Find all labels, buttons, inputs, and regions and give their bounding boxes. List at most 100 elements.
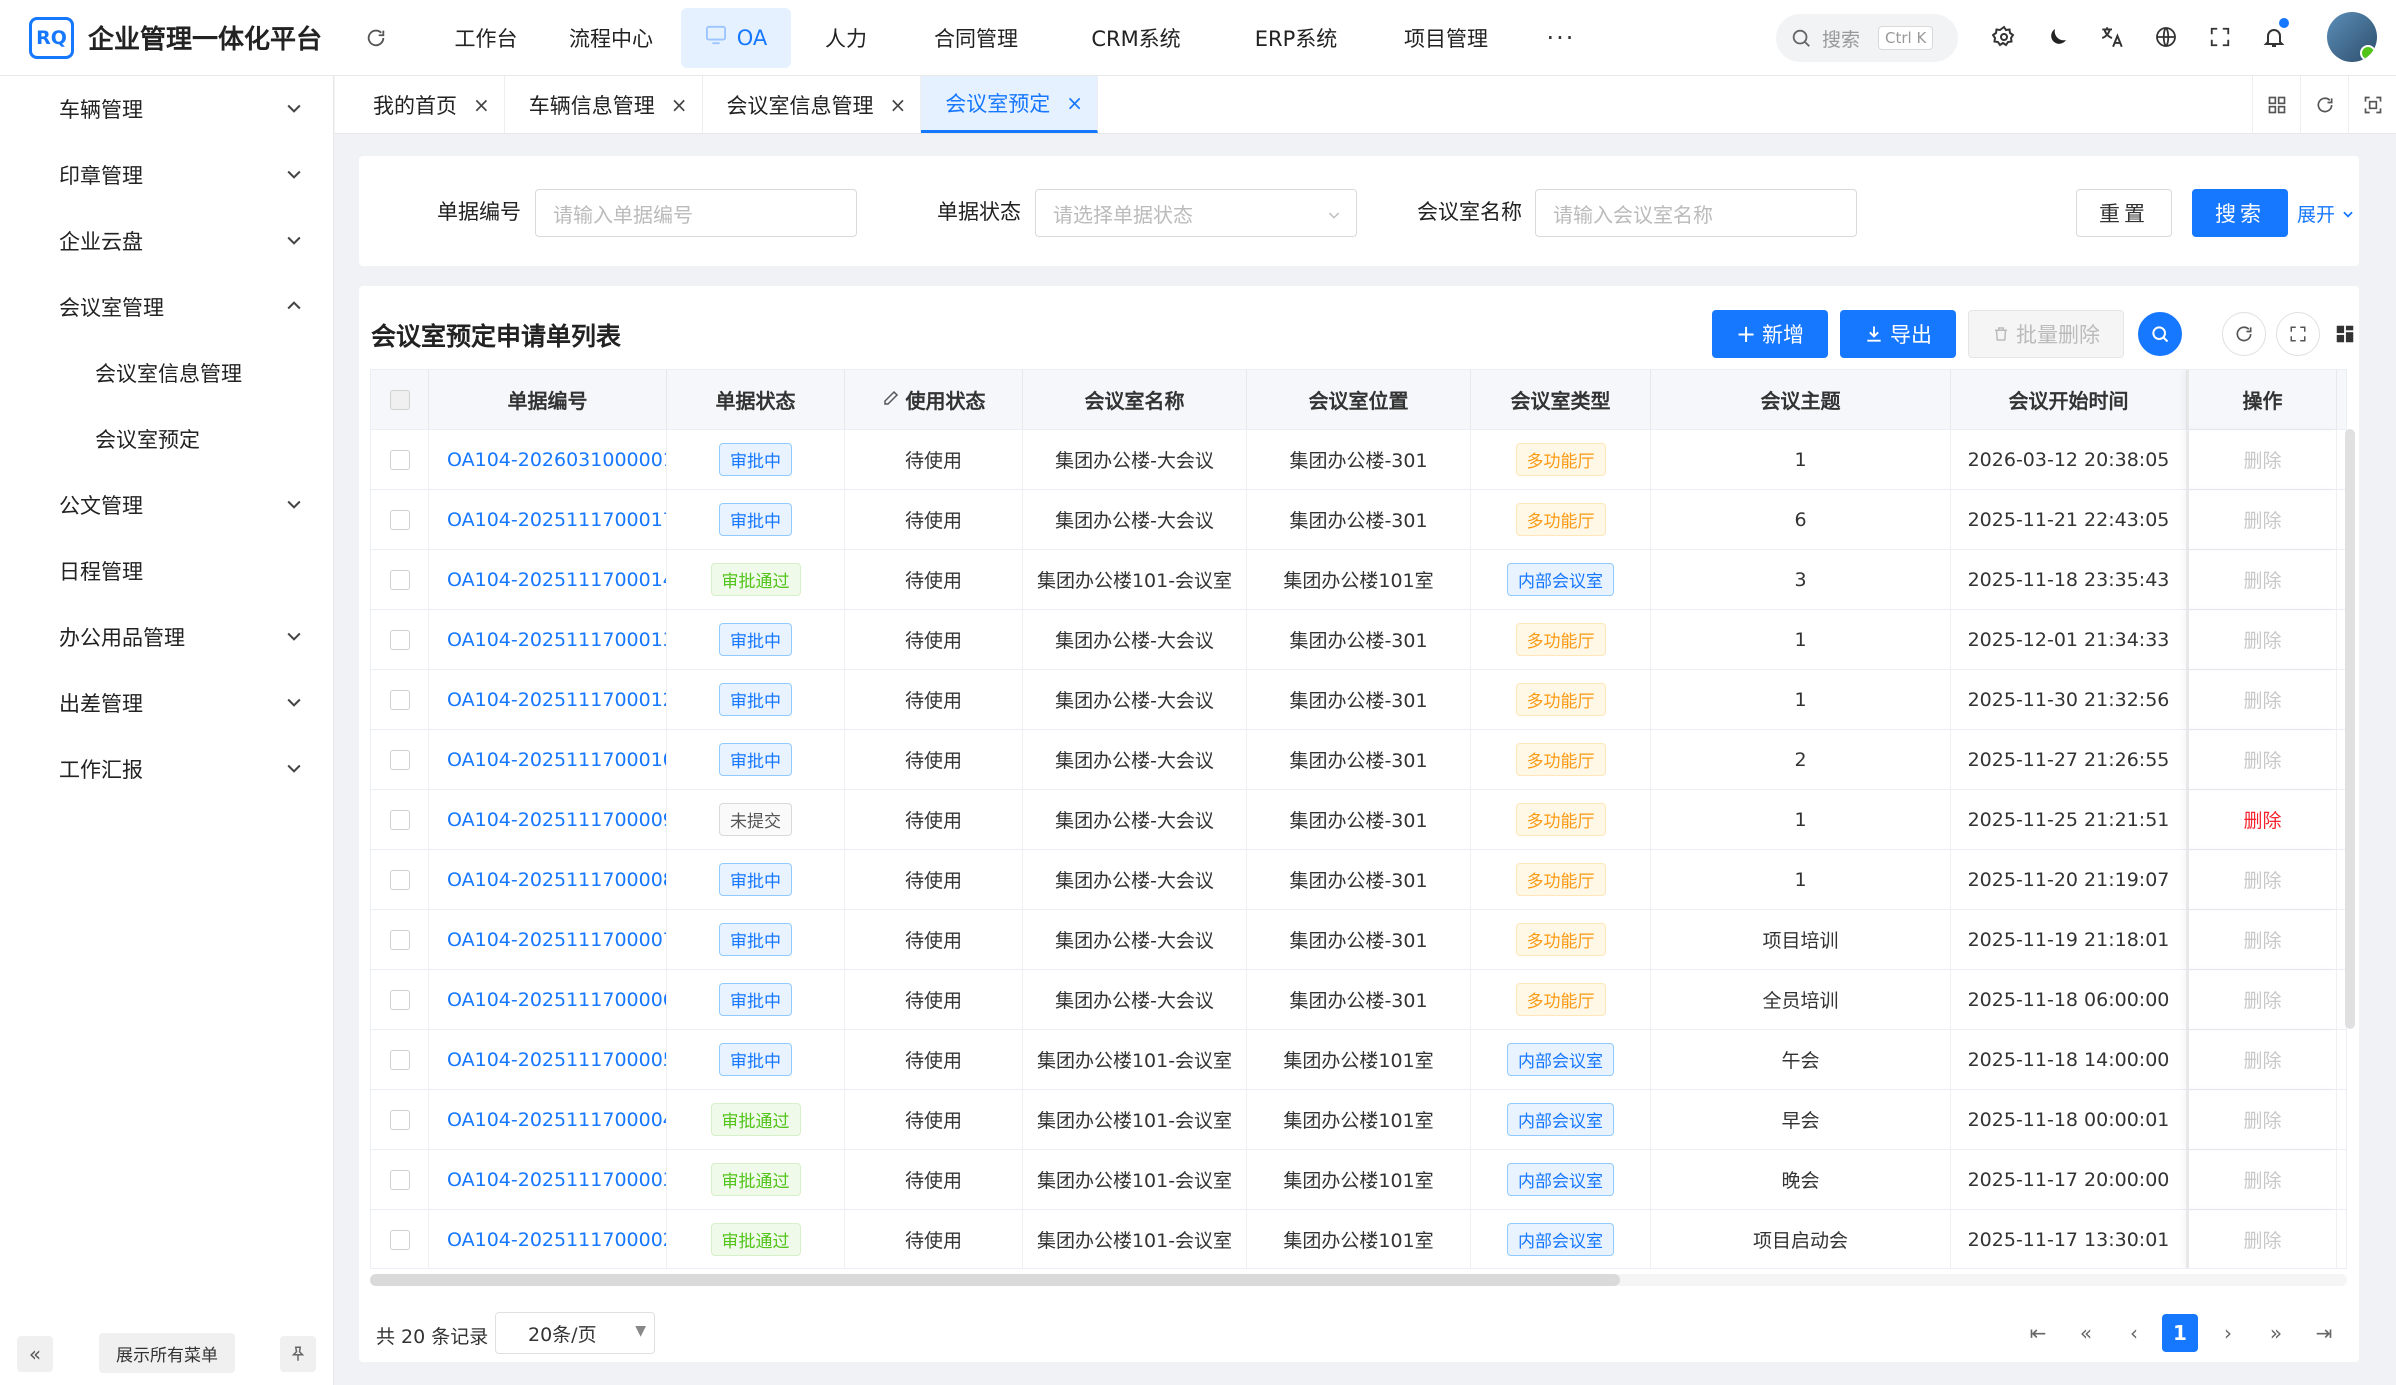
collapse-sidebar-icon[interactable]: « <box>17 1336 53 1372</box>
doc-no-link[interactable]: OA104-2025111700007 <box>447 929 666 951</box>
row-checkbox[interactable] <box>389 749 410 770</box>
top-nav-item[interactable]: 工作台 <box>431 8 541 68</box>
doc-no-link[interactable]: OA104-2025111700014 <box>447 569 666 591</box>
translate-icon[interactable] <box>2093 18 2131 56</box>
table-row[interactable]: OA104-2025111700009 未提交 待使用 集团办公楼-大会议 集团办公楼-… <box>371 790 2346 850</box>
column-header[interactable]: 单据编号 <box>429 370 667 429</box>
doc-no-link[interactable]: OA104-2025111700004 <box>447 1109 666 1131</box>
delete-button[interactable]: 删除 <box>2243 446 2281 473</box>
delete-button[interactable]: 删除 <box>2243 1166 2281 1193</box>
refresh-icon[interactable] <box>361 23 391 53</box>
page-tab[interactable]: 会议室预定 × <box>921 76 1099 133</box>
doc-no-link[interactable]: OA104-2025111700012 <box>447 689 666 711</box>
row-checkbox[interactable] <box>389 1109 410 1130</box>
table-horizontal-scrollbar[interactable] <box>370 1274 2347 1286</box>
sidebar-item[interactable]: 公文管理 <box>0 472 333 538</box>
reset-button[interactable]: 重置 <box>2076 189 2172 237</box>
global-search[interactable]: 搜索 Ctrl K <box>1776 14 1958 62</box>
pin-icon[interactable] <box>280 1336 316 1372</box>
doc-no-input[interactable]: 请输入单据编号 <box>535 189 857 237</box>
table-row[interactable]: OA104-2025111700004 审批通过 待使用 集团办公楼101-会议室 集团… <box>371 1090 2346 1150</box>
doc-no-link[interactable]: OA104-2025111700003 <box>447 1169 666 1191</box>
delete-button[interactable]: 删除 <box>2243 686 2281 713</box>
row-checkbox[interactable] <box>389 629 410 650</box>
toggle-search-icon[interactable] <box>2138 312 2182 356</box>
table-refresh-icon[interactable] <box>2222 312 2266 356</box>
close-tab-icon[interactable]: × <box>1066 91 1083 115</box>
column-header[interactable]: 会议开始时间 <box>1951 370 2187 429</box>
delete-button[interactable]: 删除 <box>2243 986 2281 1013</box>
table-fullscreen-icon[interactable] <box>2276 312 2320 356</box>
table-row[interactable]: OA104-2025111700007 审批中 待使用 集团办公楼-大会议 集团办公楼-… <box>371 910 2346 970</box>
sidebar-item[interactable]: 车辆管理 <box>0 76 333 142</box>
user-avatar[interactable] <box>2327 12 2377 62</box>
table-vertical-scrollbar[interactable] <box>2345 429 2355 1029</box>
row-checkbox[interactable] <box>389 989 410 1010</box>
more-menu-icon[interactable]: ··· <box>1521 8 1601 68</box>
top-nav-item[interactable]: 项目管理 <box>1371 8 1521 68</box>
row-checkbox[interactable] <box>389 1169 410 1190</box>
delete-button[interactable]: 删除 <box>2243 926 2281 953</box>
last-page-icon[interactable]: ⇥ <box>2301 1312 2347 1354</box>
doc-no-link[interactable]: OA104-2026031000001 <box>447 449 666 471</box>
doc-no-link[interactable]: OA104-2025111700009 <box>447 809 666 831</box>
page-size-select[interactable]: 20条/页 ▼ <box>495 1312 655 1354</box>
row-checkbox[interactable] <box>389 509 410 530</box>
sidebar-item[interactable]: 出差管理 <box>0 670 333 736</box>
notification-bell-icon[interactable] <box>2255 18 2293 56</box>
column-settings-icon[interactable] <box>2331 312 2359 356</box>
column-header[interactable]: 会议主题 <box>1651 370 1951 429</box>
delete-button[interactable]: 删除 <box>2243 746 2281 773</box>
table-row[interactable]: OA104-2025111700002 审批通过 待使用 集团办公楼101-会议室 集团… <box>371 1210 2346 1268</box>
top-nav-item[interactable]: 流程中心 <box>541 8 681 68</box>
sidebar-item[interactable]: 印章管理 <box>0 142 333 208</box>
table-row[interactable]: OA104-2025111700006 审批中 待使用 集团办公楼-大会议 集团办公楼-… <box>371 970 2346 1030</box>
delete-button[interactable]: 删除 <box>2243 1046 2281 1073</box>
table-row[interactable]: OA104-2025111700017 审批中 待使用 集团办公楼-大会议 集团办公楼-… <box>371 490 2346 550</box>
page-tab[interactable]: 会议室信息管理 × <box>703 76 922 133</box>
page-tab[interactable]: 车辆信息管理 × <box>505 76 703 133</box>
doc-no-link[interactable]: OA104-2025111700002 <box>447 1229 666 1251</box>
sidebar-item[interactable]: 工作汇报 <box>0 736 333 802</box>
top-nav-item[interactable]: OA <box>681 7 791 68</box>
sidebar-subitem[interactable]: 会议室预定 <box>0 406 333 472</box>
doc-no-link[interactable]: OA104-2025111700006 <box>447 989 666 1011</box>
add-button[interactable]: + 新增 <box>1712 310 1828 358</box>
sidebar-subitem[interactable]: 会议室信息管理 <box>0 340 333 406</box>
tabs-maximize-icon[interactable] <box>2348 76 2396 134</box>
delete-button[interactable]: 删除 <box>2243 506 2281 533</box>
doc-no-link[interactable]: OA104-2025111700017 <box>447 509 666 531</box>
close-tab-icon[interactable]: × <box>671 93 688 117</box>
table-row[interactable]: OA104-2026031000001 审批中 待使用 集团办公楼-大会议 集团办公楼-… <box>371 430 2346 490</box>
room-name-input[interactable]: 请输入会议室名称 <box>1535 189 1857 237</box>
prev-page-icon[interactable]: ‹ <box>2111 1312 2157 1354</box>
fullscreen-icon[interactable] <box>2201 18 2239 56</box>
table-row[interactable]: OA104-2025111700005 审批中 待使用 集团办公楼101-会议室 集团办… <box>371 1030 2346 1090</box>
column-header[interactable]: 操作 <box>2187 370 2337 429</box>
settings-gear-icon[interactable] <box>1985 18 2023 56</box>
top-nav-item[interactable]: 人力 <box>791 8 901 68</box>
sidebar-item[interactable]: 办公用品管理 <box>0 604 333 670</box>
next-page-icon[interactable]: › <box>2205 1312 2251 1354</box>
tabs-grid-icon[interactable] <box>2252 76 2300 134</box>
row-checkbox[interactable] <box>389 869 410 890</box>
page-number-current[interactable]: 1 <box>2162 1314 2198 1352</box>
top-nav-item[interactable]: CRM系统 <box>1051 8 1221 68</box>
delete-button[interactable]: 删除 <box>2243 806 2281 833</box>
close-tab-icon[interactable]: × <box>473 93 490 117</box>
table-row[interactable]: OA104-2025111700003 审批通过 待使用 集团办公楼101-会议室 集团… <box>371 1150 2346 1210</box>
table-row[interactable]: OA104-2025111700012 审批中 待使用 集团办公楼-大会议 集团办公楼-… <box>371 670 2346 730</box>
delete-button[interactable]: 删除 <box>2243 1106 2281 1133</box>
delete-button[interactable]: 删除 <box>2243 626 2281 653</box>
doc-no-link[interactable]: OA104-2025111700013 <box>447 629 666 651</box>
row-checkbox[interactable] <box>389 569 410 590</box>
select-all-checkbox[interactable] <box>389 389 410 410</box>
prev-group-icon[interactable]: « <box>2063 1312 2109 1354</box>
row-checkbox[interactable] <box>389 1049 410 1070</box>
dark-mode-moon-icon[interactable] <box>2039 18 2077 56</box>
doc-no-link[interactable]: OA104-2025111700010 <box>447 749 666 771</box>
row-checkbox[interactable] <box>389 449 410 470</box>
export-button[interactable]: 导出 <box>1840 310 1956 358</box>
doc-no-link[interactable]: OA104-2025111700005 <box>447 1049 666 1071</box>
show-all-menus-button[interactable]: 展示所有菜单 <box>99 1333 235 1373</box>
